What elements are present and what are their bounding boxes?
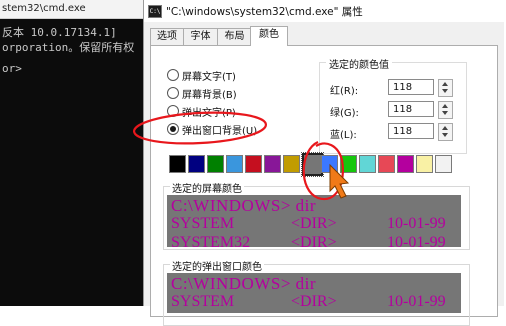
radio-button[interactable] xyxy=(167,69,179,81)
console-line-copyright: orporation。保留所有权 xyxy=(2,41,135,54)
color-swatch-white[interactable] xyxy=(435,155,452,173)
green-input[interactable]: 118 xyxy=(388,101,434,117)
color-swatch-blue[interactable] xyxy=(321,155,338,173)
color-swatch-dark-blue[interactable] xyxy=(188,155,205,173)
background-console-title: stem32\cmd.exe xyxy=(2,3,86,14)
color-swatch-light-yellow[interactable] xyxy=(416,155,433,173)
color-swatch-dark-magenta[interactable] xyxy=(264,155,281,173)
preview-command-line: C:\WINDOWS> dir xyxy=(171,274,317,293)
tab-colors[interactable]: 颜色 xyxy=(250,26,288,46)
selected-color-values-title: 选定的颜色值 xyxy=(326,56,392,71)
popup-color-preview: C:\WINDOWS> dir SYSTEM <DIR> 10-01-99 xyxy=(167,273,461,313)
background-console-titlebar[interactable]: stem32\cmd.exe xyxy=(0,0,145,19)
color-swatch-cyan[interactable] xyxy=(359,155,376,173)
preview-command-line: C:\WINDOWS> dir xyxy=(171,196,317,215)
color-swatch-green[interactable] xyxy=(340,155,357,173)
properties-dialog: C:\ "C:\windows\system32\cmd.exe" 属性 选项 … xyxy=(143,0,504,326)
red-label: 红(R): xyxy=(330,86,359,97)
red-spinner[interactable] xyxy=(438,79,453,97)
color-swatch-gray[interactable] xyxy=(301,152,324,177)
tab-layout[interactable]: 布局 xyxy=(217,28,252,45)
green-spinner[interactable] xyxy=(438,101,453,119)
screen-color-preview: C:\WINDOWS> dir SYSTEM <DIR> 10-01-99 SY… xyxy=(167,195,461,247)
blue-spinner[interactable] xyxy=(438,123,453,141)
radio-label: 弹出窗口背景(U) xyxy=(182,126,258,137)
popup-color-preview-group: 选定的弹出窗口颜色 C:\WINDOWS> dir SYSTEM <DIR> 1… xyxy=(163,258,470,326)
color-swatch-red[interactable] xyxy=(378,155,395,173)
preview-dir-date: 10-01-99 xyxy=(387,234,446,247)
selected-color-values-group: 选定的颜色值 红(R): 118 绿(G): 118 蓝(L): 118 xyxy=(319,56,467,154)
radio-label: 屏幕文字(T) xyxy=(182,72,236,83)
radio-label: 屏幕背景(B) xyxy=(182,90,237,101)
radio-label: 弹出文字(P) xyxy=(182,108,236,119)
preview-dir-date: 10-01-99 xyxy=(387,293,446,310)
tab-options[interactable]: 选项 xyxy=(150,28,184,45)
tab-font[interactable]: 字体 xyxy=(183,28,218,45)
red-input[interactable]: 118 xyxy=(388,79,434,95)
screen-color-preview-title: 选定的屏幕颜色 xyxy=(170,180,244,195)
preview-dir-name: SYSTEM32 xyxy=(171,234,251,247)
radio-button-checked[interactable] xyxy=(167,123,179,135)
color-palette xyxy=(169,152,469,177)
cmd-app-icon: C:\ xyxy=(148,5,162,18)
console-line-version: 反本 10.0.17134.1] xyxy=(2,26,117,39)
dialog-titlebar[interactable]: C:\ "C:\windows\system32\cmd.exe" 属性 xyxy=(144,0,504,22)
color-swatch-dark-red[interactable] xyxy=(245,155,262,173)
radio-button[interactable] xyxy=(167,87,179,99)
preview-dir-date: 10-01-99 xyxy=(387,215,446,232)
preview-dir-tag: <DIR> xyxy=(291,234,337,247)
dialog-title: "C:\windows\system32\cmd.exe" 属性 xyxy=(166,6,363,18)
screen-color-preview-group: 选定的屏幕颜色 C:\WINDOWS> dir SYSTEM <DIR> 10-… xyxy=(163,180,470,250)
radio-button[interactable] xyxy=(167,105,179,117)
blue-input[interactable]: 118 xyxy=(388,123,434,139)
color-swatch-dark-yellow[interactable] xyxy=(283,155,300,173)
preview-dir-name: SYSTEM xyxy=(171,293,235,310)
blue-label: 蓝(L): xyxy=(330,130,357,141)
popup-color-preview-title: 选定的弹出窗口颜色 xyxy=(170,258,264,273)
color-swatch-magenta[interactable] xyxy=(397,155,414,173)
color-swatch-dark-green[interactable] xyxy=(207,155,224,173)
green-label: 绿(G): xyxy=(330,108,359,119)
color-swatch-black[interactable] xyxy=(169,155,186,173)
background-console-window[interactable]: stem32\cmd.exe 反本 10.0.17134.1] orporati… xyxy=(0,0,145,306)
console-line-prompt: or> xyxy=(2,62,22,75)
preview-dir-tag: <DIR> xyxy=(291,293,337,310)
colors-tab-pane: 屏幕文字(T) 屏幕背景(B) 弹出文字(P) 弹出窗口背景(U) 选定的颜色值… xyxy=(150,45,498,326)
preview-dir-tag: <DIR> xyxy=(291,215,337,232)
color-swatch-teal[interactable] xyxy=(226,155,243,173)
preview-dir-name: SYSTEM xyxy=(171,215,235,232)
